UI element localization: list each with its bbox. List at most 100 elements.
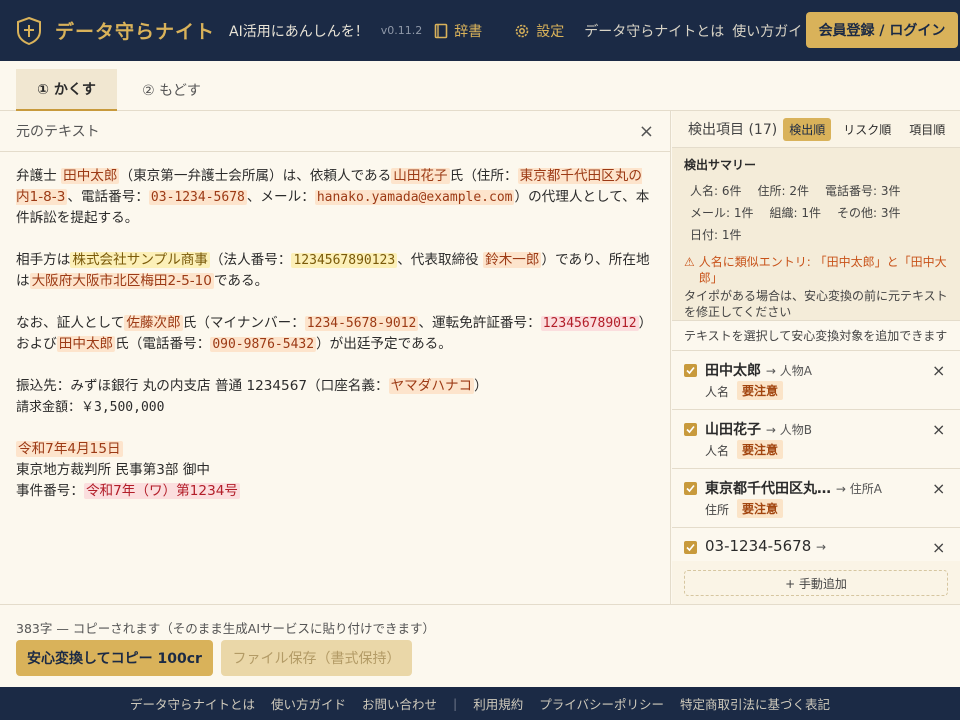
text-span: なお、証人として	[16, 315, 125, 331]
item-replacement: → 住所A	[835, 482, 882, 496]
entity-date[interactable]: 令和7年4月15日	[16, 441, 123, 457]
footer-link-about[interactable]: データ守らナイトとは	[130, 694, 255, 713]
tab-restore[interactable]: ② もどす	[121, 69, 222, 111]
close-icon[interactable]: ×	[639, 121, 654, 142]
entity-person[interactable]: 田中太郎	[56, 336, 116, 352]
detection-summary: 検出サマリー 人名: 6件 住所: 2件 電話番号: 3件 メール: 1件 組織…	[672, 148, 960, 321]
check-icon	[686, 366, 695, 375]
footer-link-commerce[interactable]: 特定商取引法に基づく表記	[680, 694, 830, 713]
entity-person[interactable]: 鈴木一郎	[483, 252, 542, 268]
text-span: 、電話番号：	[67, 189, 149, 205]
entity-organization[interactable]: 株式会社サンプル商事	[70, 252, 210, 268]
checkbox[interactable]	[684, 364, 697, 377]
text-span: 振込先：みずほ銀行 丸の内支店 普通 1234567（口座名義：	[16, 378, 389, 394]
entity-person[interactable]: 山田花子	[391, 168, 450, 184]
detected-item[interactable]: 東京都千代田区丸… → 住所A 住所 要注意 ×	[672, 469, 960, 528]
summary-counts: 人名: 6件 住所: 2件 電話番号: 3件 メール: 1件 組織: 1件 その…	[684, 180, 948, 246]
case-label: 事件番号：	[16, 483, 84, 499]
footer-link-contact[interactable]: お問い合わせ	[362, 694, 437, 713]
entity-address[interactable]: 大阪府大阪市北区梅田2-5-10	[29, 273, 214, 289]
detected-item[interactable]: 03-1234-5678 → ×	[672, 528, 960, 561]
entity-account-name[interactable]: ヤマダハナコ	[388, 378, 475, 394]
item-replacement: → 人物B	[765, 423, 812, 437]
checkbox[interactable]	[684, 541, 697, 554]
save-file-button: ファイル保存（書式保持）	[221, 640, 412, 676]
login-button[interactable]: 会員登録 / ログイン	[806, 12, 958, 48]
detected-item[interactable]: 山田花子 → 人物B 人名 要注意 ×	[672, 410, 960, 469]
text-span: 氏（電話番号：	[115, 336, 211, 352]
sort-detection-order[interactable]: 検出順	[783, 117, 832, 141]
editor-pane: 元のテキスト × 弁護士 田中太郎 （東京第一弁護士会所属）は、依頼人である 山田花…	[0, 111, 671, 604]
item-original: 山田花子	[705, 422, 761, 438]
text-span: （東京第一弁護士会所属）は、依頼人である	[119, 168, 392, 184]
editor-title: 元のテキスト	[16, 124, 100, 140]
about-link[interactable]: データ守らナイトとは	[584, 21, 724, 41]
check-icon	[686, 543, 695, 552]
text-span: 、運転免許証番号：	[418, 315, 541, 331]
dictionary-label: 辞書	[454, 23, 483, 40]
shield-logo-icon	[16, 16, 42, 46]
typo-warning: ⚠ 人名に類似エントリ: 「田中太郎」と「田中大郎」	[684, 254, 948, 286]
remove-icon[interactable]: ×	[932, 420, 945, 439]
convert-copy-button[interactable]: 安心変換してコピー 100cr	[16, 640, 213, 676]
summary-count: 日付: 1件	[690, 228, 742, 242]
entity-person[interactable]: 田中太郎	[61, 168, 120, 184]
editor-header: 元のテキスト ×	[0, 111, 670, 152]
item-name: 東京都千代田区丸… → 住所A	[705, 478, 882, 498]
item-name: 田中太郎 → 人物A	[705, 360, 812, 380]
panel-title: 検出項目 (17)	[688, 122, 778, 138]
version-label: v0.11.2	[380, 24, 423, 37]
remove-icon[interactable]: ×	[932, 361, 945, 380]
caution-badge: 要注意	[737, 381, 784, 400]
checkbox[interactable]	[684, 482, 697, 495]
entity-corporate-number[interactable]: 1234567890123	[291, 253, 398, 268]
entity-phone[interactable]: 090-9876-5432	[210, 337, 317, 352]
checkbox[interactable]	[684, 423, 697, 436]
entity-phone[interactable]: 03-1234-5678	[148, 190, 247, 205]
item-name: 山田花子 → 人物B	[705, 419, 812, 439]
check-icon	[686, 484, 695, 493]
entity-my-number[interactable]: 1234-5678-9012	[304, 316, 419, 331]
detected-item[interactable]: 田中太郎 → 人物A 人名 要注意 ×	[672, 351, 960, 410]
remove-icon[interactable]: ×	[932, 479, 945, 498]
text-span: 相手方は	[16, 252, 71, 268]
sort-risk-order[interactable]: リスク順	[837, 118, 897, 141]
action-bar: 383字 — コピーされます（そのまま生成AIサービスに貼り付けできます） 安心…	[0, 604, 960, 687]
entity-email[interactable]: hanako.yamada@example.com	[314, 190, 515, 205]
summary-count: メール: 1件	[690, 206, 754, 220]
footer-link-terms[interactable]: 利用規約	[473, 694, 523, 713]
manual-add-button[interactable]: + 手動追加	[684, 570, 948, 596]
amount-line: 請求金額：￥3,500,000	[16, 400, 165, 415]
remove-icon[interactable]: ×	[932, 538, 945, 557]
text-span: 氏（住所：	[449, 168, 518, 184]
mode-tabs: ① かくす ② もどす	[0, 61, 960, 111]
selection-hint: テキストを選択して安心変換対象を追加できます	[672, 321, 960, 351]
warning-icon: ⚠	[684, 255, 695, 269]
entity-license-number[interactable]: 123456789012	[540, 316, 639, 331]
tab-hide[interactable]: ① かくす	[16, 69, 117, 111]
item-category: 人名	[705, 444, 730, 458]
dictionary-nav[interactable]: 辞書	[434, 21, 482, 41]
settings-nav[interactable]: 設定	[514, 21, 564, 41]
entity-person[interactable]: 佐藤次郎	[124, 315, 183, 331]
tagline: AI活用にあんしんを！	[229, 23, 369, 40]
footer-link-privacy[interactable]: プライバシーポリシー	[539, 694, 664, 713]
text-span: 氏（マイナンバー：	[182, 315, 305, 331]
sort-item-order[interactable]: 項目順	[903, 118, 951, 141]
text-span: 、代表取締役	[397, 252, 484, 268]
footer-link-guide[interactable]: 使い方ガイド	[271, 694, 346, 713]
guide-link[interactable]: 使い方ガイド	[732, 21, 816, 41]
brand-name[interactable]: データ守らナイト	[55, 17, 215, 44]
warning-text: 人名に類似エントリ: 「田中太郎」と「田中大郎」	[698, 255, 947, 285]
item-name: 03-1234-5678 →	[705, 537, 826, 555]
text-span: 弁護士	[16, 168, 62, 184]
book-icon	[434, 23, 448, 38]
item-original: 03-1234-5678	[705, 537, 812, 555]
item-replacement: → 人物A	[765, 364, 812, 378]
source-text[interactable]: 弁護士 田中太郎 （東京第一弁護士会所属）は、依頼人である 山田花子 氏（住所： 東京都…	[0, 152, 670, 502]
court-line: 東京地方裁判所 民事第3部 御中	[16, 462, 211, 478]
entity-case-number[interactable]: 令和7年（ワ）第1234号	[83, 483, 240, 499]
gear-icon	[515, 24, 529, 37]
text-span: 、メール：	[246, 189, 315, 205]
app-header: データ守らナイト AI活用にあんしんを！ v0.11.2 辞書 設定 データ守ら…	[0, 0, 960, 61]
